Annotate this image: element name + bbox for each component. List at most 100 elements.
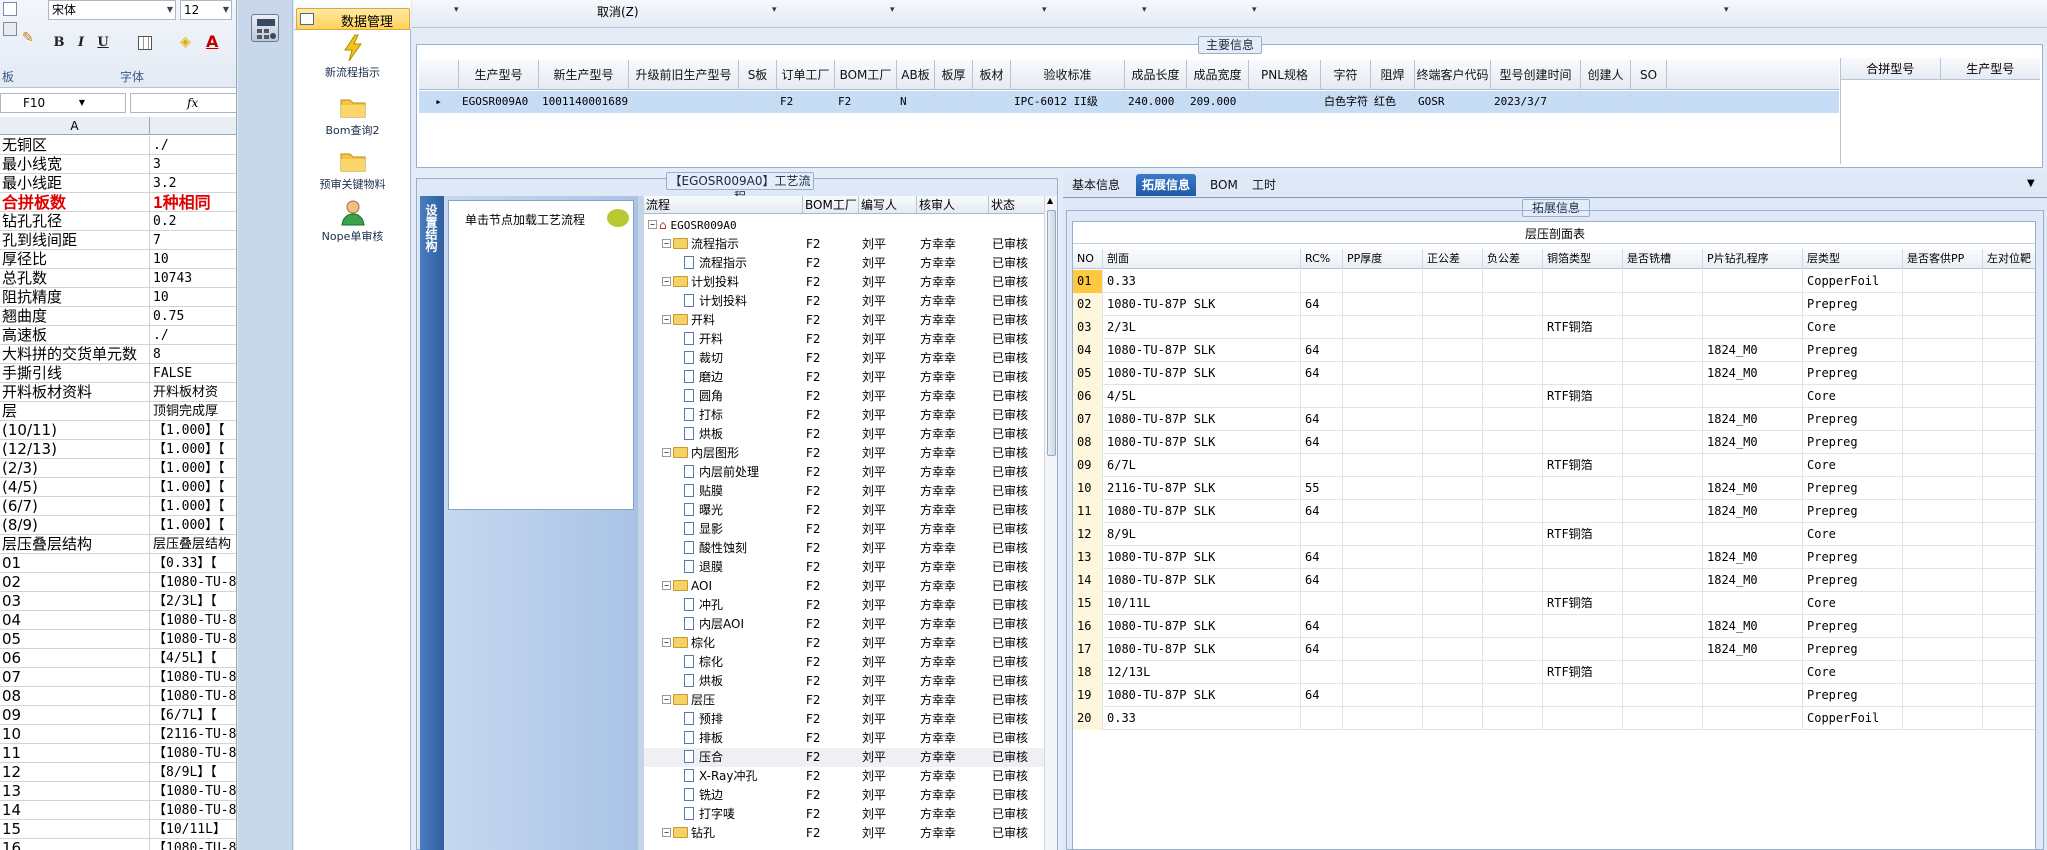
layer-cell[interactable] — [1423, 569, 1483, 592]
underline-button[interactable]: U — [94, 34, 112, 52]
layer-cell[interactable]: Prepreg — [1803, 500, 1903, 523]
layer-cell[interactable] — [1903, 477, 1983, 500]
chevron-down-icon[interactable]: ▾ — [454, 5, 459, 15]
layer-col-header[interactable]: RC% — [1301, 249, 1343, 269]
layer-cell[interactable]: 1080-TU-87P SLK — [1103, 615, 1301, 638]
layer-cell[interactable] — [1623, 385, 1703, 408]
layer-cell[interactable]: Prepreg — [1803, 293, 1903, 316]
chevron-down-icon[interactable]: ▾ — [1724, 5, 1729, 15]
cell-a[interactable]: 开料板材资料 — [0, 383, 150, 401]
cell-a[interactable]: 05 — [0, 630, 150, 648]
layer-cell[interactable]: 2116-TU-87P SLK — [1103, 477, 1301, 500]
main-info-row[interactable]: ▸ EGOSR009A0 10011400016892 F2 F2 N IPC-6012 I… — [419, 91, 1839, 113]
layer-cell[interactable]: 1824_M0 — [1703, 408, 1803, 431]
collapse-icon[interactable]: − — [662, 581, 671, 590]
layer-cell[interactable] — [1983, 270, 2035, 293]
copy-icon[interactable] — [3, 2, 17, 16]
layer-cell[interactable] — [1623, 339, 1703, 362]
cell-b[interactable]: 10 — [151, 250, 236, 268]
tree-node[interactable]: 流程指示 F2 刘平 方幸幸 已审核 — [644, 254, 1057, 273]
tree-node[interactable]: 打标 F2 刘平 方幸幸 已审核 — [644, 406, 1057, 425]
formula-bar[interactable]: fx — [130, 93, 236, 113]
layer-col-header[interactable]: NO — [1073, 249, 1103, 269]
cell-b[interactable]: 【1080-TU-8 — [151, 744, 236, 762]
layer-cell[interactable] — [1483, 615, 1543, 638]
process-col-header[interactable]: 核审人 — [917, 196, 989, 213]
layer-col-header[interactable]: 正公差 — [1423, 249, 1483, 269]
cell-a[interactable]: (2/3) — [0, 459, 150, 477]
main-info-col-header[interactable]: 型号创建时间 — [1491, 60, 1581, 90]
layer-cell[interactable] — [1423, 592, 1483, 615]
layer-cell[interactable] — [1423, 684, 1483, 707]
collapse-icon[interactable]: − — [662, 638, 671, 647]
layer-cell[interactable] — [1301, 661, 1343, 684]
layer-cell[interactable]: 1080-TU-87P SLK — [1103, 569, 1301, 592]
chevron-down-icon[interactable]: ▼ — [2027, 178, 2035, 189]
layer-cell[interactable] — [1301, 385, 1343, 408]
layer-cell[interactable]: RTF铜箔 — [1543, 454, 1623, 477]
layer-cell[interactable] — [1343, 454, 1423, 477]
layer-cell[interactable]: 1824_M0 — [1703, 500, 1803, 523]
layer-cell[interactable]: 1080-TU-87P SLK — [1103, 293, 1301, 316]
tab-2[interactable]: BOM — [1204, 174, 1244, 196]
layer-cell[interactable] — [1903, 707, 1983, 730]
layer-cell[interactable] — [1983, 615, 2035, 638]
main-info-col-header[interactable]: BOM工厂 — [835, 60, 897, 90]
layer-cell[interactable]: Prepreg — [1803, 569, 1903, 592]
main-info-col-header[interactable]: 订单工厂 — [777, 60, 835, 90]
layer-cell[interactable]: 1824_M0 — [1703, 431, 1803, 454]
layer-cell[interactable] — [1423, 362, 1483, 385]
cell-a[interactable]: 03 — [0, 592, 150, 610]
layer-cell[interactable] — [1343, 707, 1423, 730]
layer-cell[interactable] — [1983, 546, 2035, 569]
layer-cell[interactable] — [1983, 592, 2035, 615]
main-info-cell[interactable] — [1249, 91, 1321, 113]
cell-a[interactable]: (8/9) — [0, 516, 150, 534]
layer-cell[interactable] — [1343, 408, 1423, 431]
table-row[interactable]: 03 2/3L RTF铜箔 Core — [1073, 316, 2035, 339]
layer-cell[interactable]: 06 — [1073, 385, 1103, 408]
cell-a[interactable]: 无铜区 — [0, 136, 150, 154]
layer-cell[interactable]: 08 — [1073, 431, 1103, 454]
layer-cell[interactable] — [1903, 500, 1983, 523]
layer-cell[interactable]: 64 — [1301, 293, 1343, 316]
main-info-col-header[interactable]: 板厚 — [935, 60, 973, 90]
layer-cell[interactable] — [1703, 293, 1803, 316]
tree-node[interactable]: − 流程指示 F2 刘平 方幸幸 已审核 — [644, 235, 1057, 254]
cell-b[interactable]: 【6/7L】【 — [151, 706, 236, 724]
layer-cell[interactable]: 20 — [1073, 707, 1103, 730]
cell-a[interactable]: 08 — [0, 687, 150, 705]
layer-cell[interactable] — [1623, 316, 1703, 339]
layer-cell[interactable]: 64 — [1301, 431, 1343, 454]
layer-cell[interactable] — [1983, 408, 2035, 431]
tree-node[interactable]: 烘板 F2 刘平 方幸幸 已审核 — [644, 672, 1057, 691]
table-row[interactable]: 16 1080-TU-87P SLK 64 1824_M0 Prepreg — [1073, 615, 2035, 638]
layer-cell[interactable] — [1623, 661, 1703, 684]
tree-node[interactable]: − 层压 F2 刘平 方幸幸 已审核 — [644, 691, 1057, 710]
layer-cell[interactable]: Prepreg — [1803, 615, 1903, 638]
layer-cell[interactable]: 03 — [1073, 316, 1103, 339]
layer-cell[interactable]: 19 — [1073, 684, 1103, 707]
nav-item-nope-review[interactable]: Nope单审核 — [294, 198, 411, 244]
column-header-a[interactable]: A — [0, 117, 150, 135]
layer-cell[interactable] — [1623, 569, 1703, 592]
layer-cell[interactable] — [1623, 477, 1703, 500]
layer-cell[interactable] — [1623, 592, 1703, 615]
main-info-cell[interactable]: IPC-6012 II级 — [1011, 91, 1125, 113]
main-info-col-header[interactable]: 生产型号 — [459, 60, 539, 90]
layer-cell[interactable]: 10/11L — [1103, 592, 1301, 615]
table-row[interactable]: 02 1080-TU-87P SLK 64 Prepreg — [1073, 293, 2035, 316]
layer-cell[interactable] — [1543, 569, 1623, 592]
merged-model-col[interactable]: 合拼型号 — [1841, 58, 1941, 79]
layer-cell[interactable]: 17 — [1073, 638, 1103, 661]
main-info-col-header[interactable]: 字符 — [1321, 60, 1371, 90]
layer-cell[interactable]: 18 — [1073, 661, 1103, 684]
layer-cell[interactable]: 12 — [1073, 523, 1103, 546]
layer-cell[interactable] — [1623, 638, 1703, 661]
layer-cell[interactable]: 14 — [1073, 569, 1103, 592]
layer-cell[interactable] — [1703, 707, 1803, 730]
layer-cell[interactable]: 1824_M0 — [1703, 477, 1803, 500]
main-info-cell[interactable] — [973, 91, 1011, 113]
main-info-col-header[interactable]: SO — [1631, 60, 1667, 90]
cell-b[interactable]: 【1.000】【 — [151, 459, 236, 477]
